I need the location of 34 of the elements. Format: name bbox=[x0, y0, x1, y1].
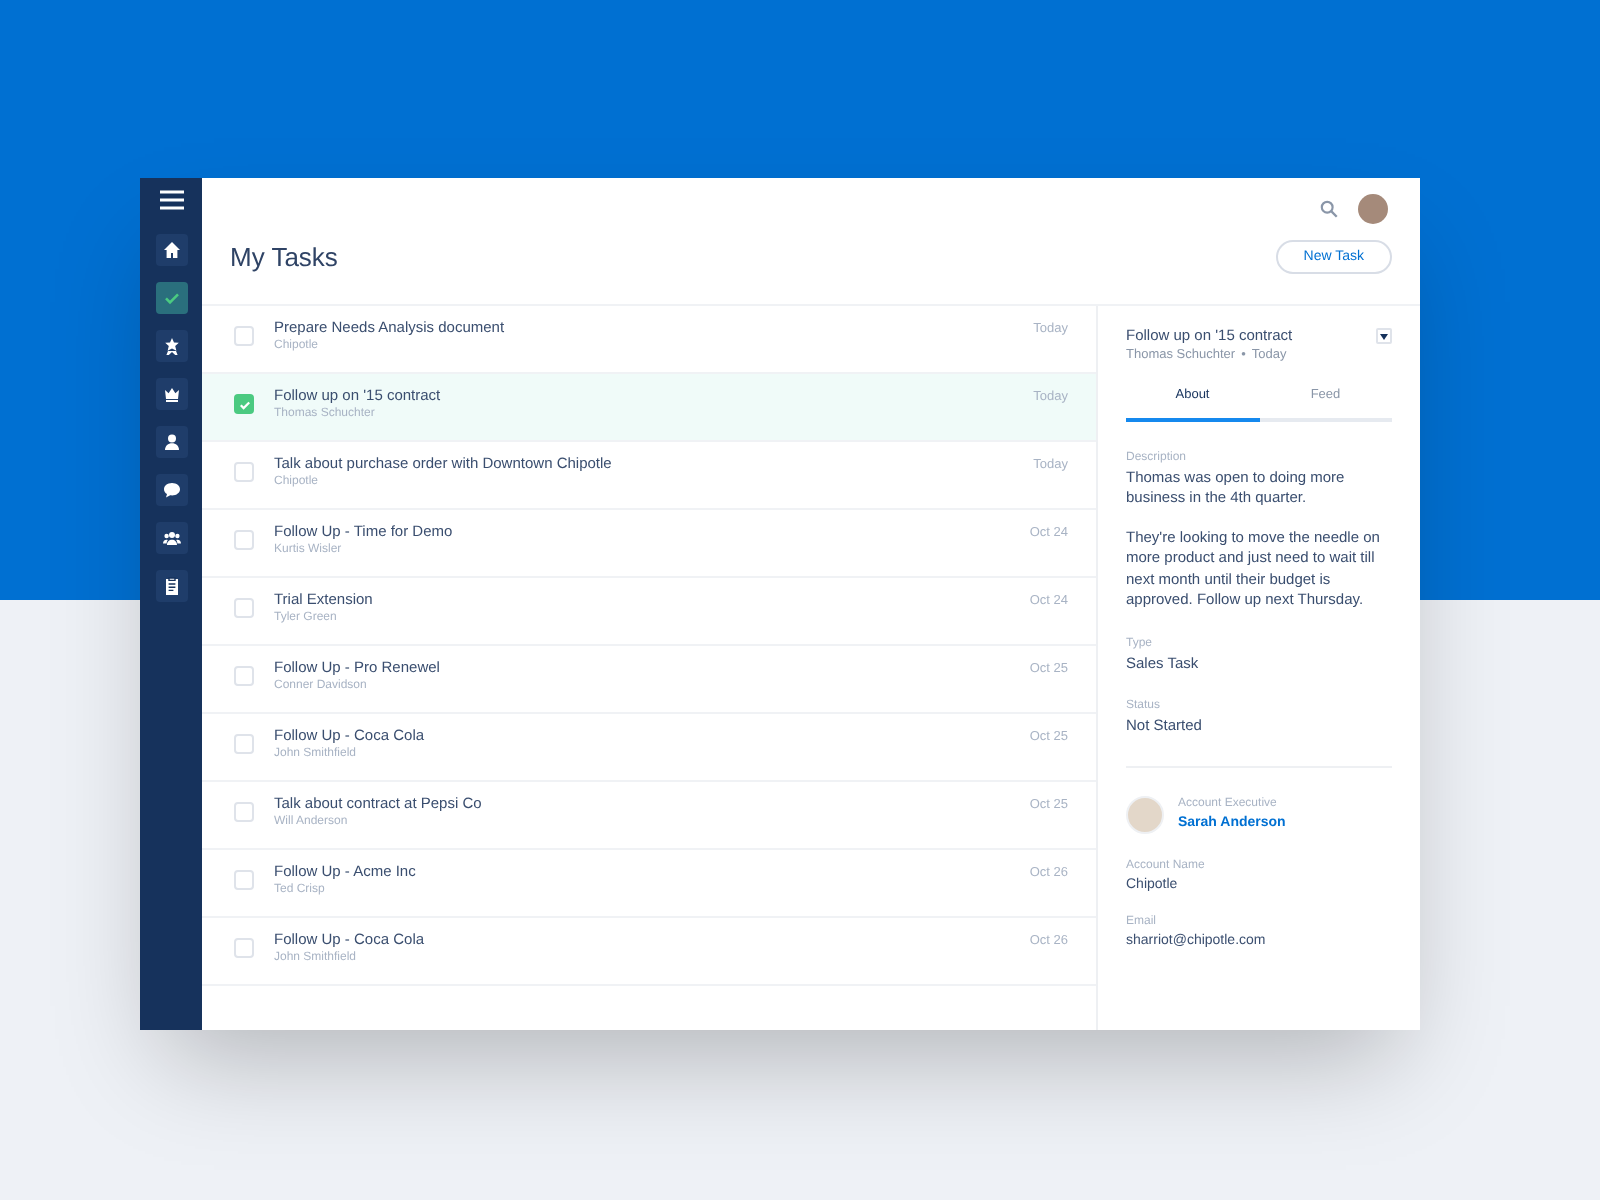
checkbox[interactable] bbox=[234, 870, 254, 890]
checkbox[interactable] bbox=[234, 462, 254, 482]
check-icon bbox=[161, 288, 181, 308]
caret-icon bbox=[1380, 333, 1388, 339]
sidebar-item[interactable] bbox=[155, 378, 187, 410]
clipboard-icon bbox=[161, 576, 181, 596]
check-icon bbox=[237, 397, 251, 411]
home-icon bbox=[161, 240, 181, 260]
sidebar-item[interactable] bbox=[155, 330, 187, 362]
menu-icon[interactable] bbox=[159, 190, 183, 210]
sidebar-item[interactable] bbox=[155, 282, 187, 314]
search-icon[interactable] bbox=[1320, 200, 1338, 218]
sidebar-item[interactable] bbox=[155, 522, 187, 554]
checkbox[interactable] bbox=[234, 734, 254, 754]
checkbox[interactable] bbox=[234, 802, 254, 822]
sidebar-item[interactable] bbox=[155, 570, 187, 602]
dropdown-button[interactable] bbox=[1376, 328, 1392, 344]
chat-icon bbox=[161, 480, 181, 500]
person-icon bbox=[161, 432, 181, 452]
group-icon bbox=[161, 528, 181, 548]
crown-icon bbox=[161, 384, 181, 404]
checkbox[interactable] bbox=[234, 326, 254, 346]
award-icon bbox=[161, 336, 181, 356]
sidebar-item[interactable] bbox=[155, 474, 187, 506]
avatar bbox=[1126, 795, 1164, 834]
checkbox[interactable] bbox=[234, 530, 254, 550]
checkbox[interactable] bbox=[234, 598, 254, 618]
avatar[interactable] bbox=[1358, 194, 1388, 224]
sidebar-item[interactable] bbox=[155, 426, 187, 458]
checkbox[interactable] bbox=[234, 666, 254, 686]
checkbox[interactable] bbox=[234, 394, 254, 414]
checkbox[interactable] bbox=[234, 938, 254, 958]
sidebar-item[interactable] bbox=[155, 234, 187, 266]
page-title: My Tasks bbox=[230, 240, 338, 276]
